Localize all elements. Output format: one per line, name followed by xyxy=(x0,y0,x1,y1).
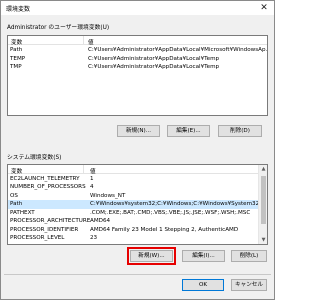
user-list-header: 変数 値 xyxy=(8,36,267,46)
system-var-name: PATHEXT xyxy=(10,209,35,216)
user-var-value: C:¥Users¥Administrator¥AppData¥Local¥Tem… xyxy=(88,55,220,62)
system-var-value: Windows_NT xyxy=(90,192,126,199)
user-row-temp[interactable]: TEMP C:¥Users¥Administrator¥AppData¥Loca… xyxy=(8,55,267,64)
user-new-button[interactable]: 新規(N)... xyxy=(117,125,160,137)
scrollbar-thumb[interactable] xyxy=(261,176,266,224)
scroll-up-icon[interactable]: ▲ xyxy=(259,165,267,173)
system-row[interactable]: PROCESSOR_IDENTIFIER AMD64 Family 23 Mod… xyxy=(8,226,259,235)
scroll-down-icon[interactable]: ▼ xyxy=(259,236,267,244)
system-list-header: 変数 値 xyxy=(8,165,267,175)
system-row[interactable]: PROCESSOR_ARCHITECTURE AMD64 xyxy=(8,217,259,226)
title-bar: 環境変数 ✕ xyxy=(1,1,274,15)
system-row[interactable]: OS Windows_NT xyxy=(8,192,259,201)
system-var-name: PROCESSOR_IDENTIFIER xyxy=(10,226,79,233)
cancel-button[interactable]: キャンセル xyxy=(231,279,267,291)
user-edit-button[interactable]: 編集(E)... xyxy=(167,125,210,137)
system-row-path-selected[interactable]: Path C:¥Windows¥system32;C:¥Windows;C:¥W… xyxy=(8,200,267,209)
system-var-name: PROCESSOR_ARCHITECTURE xyxy=(10,218,91,224)
system-list-scrollbar[interactable]: ▲ ▼ xyxy=(258,165,267,244)
user-row-tmp[interactable]: TMP C:¥Users¥Administrator¥AppData¥Local… xyxy=(8,63,267,72)
system-var-name: EC2LAUNCH_TELEMETRY xyxy=(10,175,80,182)
user-var-name: Path xyxy=(10,47,23,53)
system-var-value: .COM;.EXE;.BAT;.CMD;.VBS;.VBE;.JS;.JSE;.… xyxy=(90,209,251,216)
system-variables-list[interactable]: 変数 値 EC2LAUNCH_TELEMETRY 1 NUMBER_OF_PRO… xyxy=(7,164,268,245)
system-var-value: C:¥Windows¥system32;C:¥Windows;C:¥Window… xyxy=(90,201,268,207)
system-var-name: PROCESSOR_LEVEL xyxy=(10,235,65,241)
system-row[interactable]: NUMBER_OF_PROCESSORS 4 xyxy=(8,183,259,192)
system-var-value: 23 xyxy=(90,235,98,241)
column-header-variable[interactable]: 変数 xyxy=(11,38,22,46)
system-variables-label: システム環境変数(S) xyxy=(7,155,62,161)
system-row[interactable]: PROCESSOR_LEVEL 23 xyxy=(8,234,259,243)
system-var-value: 4 xyxy=(90,184,94,190)
close-icon[interactable]: ✕ xyxy=(258,2,270,14)
system-row[interactable]: EC2LAUNCH_TELEMETRY 1 xyxy=(8,175,259,184)
system-new-button[interactable]: 新規(W)... xyxy=(127,247,176,265)
user-delete-button[interactable]: 削除(D) xyxy=(218,125,262,137)
column-header-value[interactable]: 値 xyxy=(88,38,94,46)
system-row[interactable]: PATHEXT .COM;.EXE;.BAT;.CMD;.VBS;.VBE;.J… xyxy=(8,209,259,218)
user-row-path[interactable]: Path C:¥Users¥Administrator¥AppData¥Loca… xyxy=(8,46,267,55)
system-var-name: OS xyxy=(10,192,18,199)
system-var-value: 1 xyxy=(90,175,94,182)
user-var-value: C:¥Users¥Administrator¥AppData¥Local¥Tem… xyxy=(88,64,220,70)
system-edit-button[interactable]: 編集(I)... xyxy=(182,250,225,262)
user-var-name: TMP xyxy=(10,64,22,70)
system-var-name: NUMBER_OF_PROCESSORS xyxy=(10,184,86,190)
ok-button[interactable]: OK xyxy=(182,279,224,291)
system-var-value: AMD64 Family 23 Model 1 Stepping 2, Auth… xyxy=(90,226,239,233)
user-variables-label: Administrator のユーザー環境変数(U) xyxy=(7,25,110,31)
user-var-name: TEMP xyxy=(10,55,26,62)
environment-variables-dialog: 環境変数 ✕ Administrator のユーザー環境変数(U) 変数 値 P… xyxy=(0,0,275,300)
system-var-name: Path xyxy=(10,201,23,207)
window-title: 環境変数 xyxy=(6,6,31,13)
user-var-value: C:¥Users¥Administrator¥AppData¥Local¥Mic… xyxy=(88,47,268,53)
user-variables-list[interactable]: 変数 値 Path C:¥Users¥Administrator¥AppData… xyxy=(7,35,268,116)
system-delete-button[interactable]: 削除(L) xyxy=(231,250,267,262)
system-var-value: AMD64 xyxy=(90,218,111,224)
footer-divider xyxy=(4,274,271,275)
